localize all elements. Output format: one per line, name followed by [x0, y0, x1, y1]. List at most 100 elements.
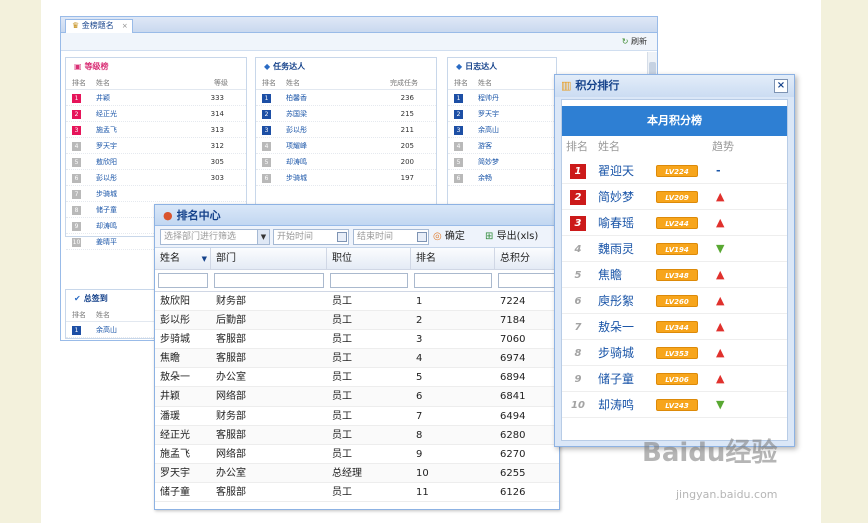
calendar-icon[interactable]: [417, 232, 427, 242]
member-name-link[interactable]: 简妙梦: [478, 154, 499, 170]
member-name-link[interactable]: 程帅丹: [478, 90, 499, 106]
table-row[interactable]: 敖朵一 办公室 员工 5 6894: [155, 368, 559, 388]
member-name-link[interactable]: 步骑城: [286, 170, 307, 186]
ranking-row[interactable]: 8 步骑城 LV353 ▲: [562, 340, 787, 366]
member-name-link[interactable]: 步骑城: [598, 340, 634, 366]
chevron-down-icon[interactable]: ▼: [257, 230, 269, 244]
calendar-icon[interactable]: [337, 232, 347, 242]
member-name-link[interactable]: 井颖: [96, 90, 110, 106]
list-item[interactable]: 1 余高山: [66, 322, 154, 338]
table-row[interactable]: 储子童客服部员工1161266239-113: [155, 483, 559, 503]
member-name-link[interactable]: 储子童: [96, 202, 117, 218]
watermark-logo: Baidu经验: [642, 438, 778, 468]
member-name-link[interactable]: 游客: [478, 138, 492, 154]
member-name-link[interactable]: 储子童: [598, 366, 634, 392]
member-name-link[interactable]: 施孟飞: [96, 122, 117, 138]
column-header-position[interactable]: 职位: [327, 248, 411, 270]
member-name-link[interactable]: 却涛鸣: [96, 218, 117, 234]
table-row[interactable]: 井颖 网络部 员工 6 6841: [155, 387, 559, 407]
tab-close-icon[interactable]: ×: [122, 20, 128, 32]
filter-score-input[interactable]: [498, 273, 558, 288]
list-item[interactable]: 3 彭以彤 211: [256, 122, 436, 138]
end-date-input[interactable]: 结束时间: [353, 229, 429, 245]
member-name-link[interactable]: 敖朵一: [598, 314, 634, 340]
member-name-link[interactable]: 却涛鸣: [286, 154, 307, 170]
table-row[interactable]: 敖欣阳 财务部 员工 1 7224: [155, 292, 559, 312]
member-name-link[interactable]: 喻春瑶: [598, 210, 634, 236]
member-name-link[interactable]: 罗天宇: [478, 106, 499, 122]
start-date-input[interactable]: 开始时间: [273, 229, 349, 245]
member-name-link[interactable]: 焦瞻: [598, 262, 622, 288]
list-item[interactable]: 5 敖欣阳 305: [66, 154, 246, 170]
list-item[interactable]: 5 简妙梦: [448, 154, 556, 170]
list-item[interactable]: 4 罗天宇 312: [66, 138, 246, 154]
member-name-link[interactable]: 步骑城: [96, 186, 117, 202]
list-item[interactable]: 2 罗天宇: [448, 106, 556, 122]
member-name-link[interactable]: 经正光: [96, 106, 117, 122]
column-header-rank[interactable]: 排名: [411, 248, 495, 270]
list-item[interactable]: 2 苏国梁 215: [256, 106, 436, 122]
refresh-button[interactable]: ↻ 刷新: [622, 36, 647, 47]
ranking-row[interactable]: 2 简妙梦 LV209 ▲: [562, 184, 787, 210]
member-name-link[interactable]: 余畅: [478, 170, 492, 186]
table-row[interactable]: 罗天宇办公室总经理1062556463-208: [155, 463, 559, 483]
ranking-row[interactable]: 6 庾彤絮 LV260 ▲: [562, 288, 787, 314]
list-item[interactable]: 3 施孟飞 313: [66, 122, 246, 138]
member-name-link[interactable]: 项耀峰: [286, 138, 307, 154]
member-name-link[interactable]: 简妙梦: [598, 184, 634, 210]
member-name-link[interactable]: 余高山: [478, 122, 499, 138]
member-name-link[interactable]: 苏国梁: [286, 106, 307, 122]
table-row[interactable]: 施孟飞网络部员工962706338-68: [155, 445, 559, 464]
sort-chevron-icon[interactable]: ▼: [202, 248, 207, 270]
list-item[interactable]: 5 却涛鸣 200: [256, 154, 436, 170]
column-header-dept[interactable]: 部门: [211, 248, 327, 270]
member-name-link[interactable]: 魏雨灵: [598, 236, 634, 262]
confirm-button[interactable]: ◎ 确定: [433, 228, 465, 246]
table-row[interactable]: 经正光 客服部 员工 8 6280: [155, 425, 559, 445]
list-item[interactable]: 6 余畅: [448, 170, 556, 186]
table-row[interactable]: 潘瑗 财务部 员工 7 6494: [155, 407, 559, 426]
table-row[interactable]: 焦瞻 客服部 员工 4 6974: [155, 349, 559, 369]
ranking-row[interactable]: 9 储子童 LV306 ▲: [562, 366, 787, 392]
department-select[interactable]: 选择部门进行筛选 ▼: [160, 229, 270, 245]
list-item[interactable]: 1 井颖 333: [66, 90, 246, 106]
tab-leaderboard[interactable]: ♛ 金榜题名 ×: [65, 19, 133, 33]
list-item[interactable]: 7 步骑城: [66, 186, 246, 202]
member-name-link[interactable]: 庾彤絮: [598, 288, 634, 314]
list-item[interactable]: 6 彭以彤 303: [66, 170, 246, 186]
column-header-name[interactable]: 姓名 ▼: [155, 248, 211, 270]
list-item[interactable]: 2 经正光 314: [66, 106, 246, 122]
filter-name-input[interactable]: [158, 273, 208, 288]
member-name-link[interactable]: 彭以彤: [96, 170, 117, 186]
ranking-row[interactable]: 3 喻春瑶 LV244 ▲: [562, 210, 787, 236]
list-item[interactable]: 1 程帅丹: [448, 90, 556, 106]
ranking-row[interactable]: 7 敖朵一 LV344 ▲: [562, 314, 787, 340]
member-name-link[interactable]: 翟迎天: [598, 158, 634, 184]
ranking-row[interactable]: 4 魏雨灵 LV194 ▼: [562, 236, 787, 262]
member-name-link[interactable]: 敖欣阳: [96, 154, 117, 170]
column-header-score[interactable]: 总积分: [495, 248, 559, 270]
table-row[interactable]: 彭以彤 后勤部 员工 2 7184: [155, 311, 559, 331]
ranking-row[interactable]: 5 焦瞻 LV348 ▲: [562, 262, 787, 288]
ranking-row[interactable]: 10 却涛鸣 LV243 ▼: [562, 392, 787, 418]
ranking-row[interactable]: 1 翟迎天 LV224 -: [562, 158, 787, 184]
list-item[interactable]: 4 游客: [448, 138, 556, 154]
filter-position-input[interactable]: [330, 273, 408, 288]
list-item[interactable]: 4 项耀峰 205: [256, 138, 436, 154]
rank-number: 7: [574, 322, 582, 333]
member-name-link[interactable]: 彭以彤: [286, 122, 307, 138]
export-button[interactable]: ⊞ 导出(xls): [485, 228, 538, 246]
close-button[interactable]: ×: [774, 79, 788, 93]
filter-dept-input[interactable]: [214, 273, 324, 288]
list-item[interactable]: 3 余高山: [448, 122, 556, 138]
member-name-link[interactable]: 余高山: [96, 322, 117, 338]
member-name-link[interactable]: 却涛鸣: [598, 392, 634, 418]
member-value: 200: [400, 158, 414, 166]
member-name-link[interactable]: 姜晴平: [96, 234, 117, 250]
table-row[interactable]: 步骑城 客服部 员工 3 7060: [155, 330, 559, 350]
member-name-link[interactable]: 罗天宇: [96, 138, 117, 154]
member-name-link[interactable]: 柏馨香: [286, 90, 307, 106]
list-item[interactable]: 1 柏馨香 236: [256, 90, 436, 106]
list-item[interactable]: 6 步骑城 197: [256, 170, 436, 186]
filter-rank-input[interactable]: [414, 273, 492, 288]
